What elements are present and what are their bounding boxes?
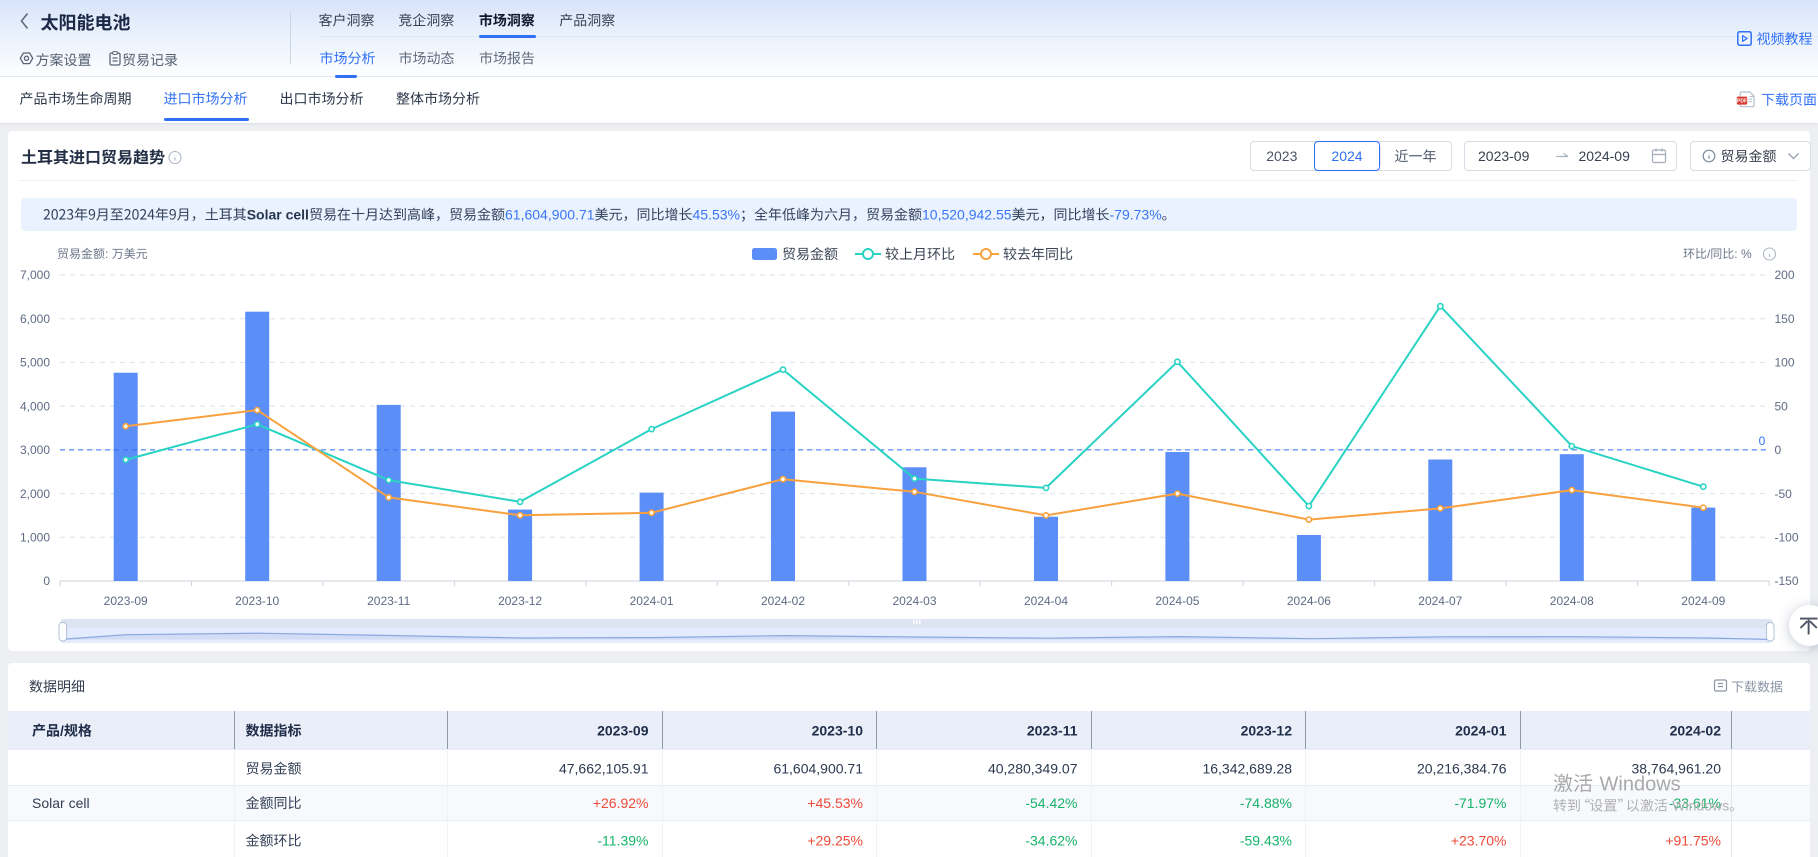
svg-text:2024-01: 2024-01 [1455,723,1507,739]
svg-text:2024-01: 2024-01 [630,594,674,608]
svg-text:/: / [60,723,64,739]
svg-text:2023-12: 2023-12 [1241,723,1293,739]
svg-text::: : [105,247,108,261]
svg-text:2023-11: 2023-11 [367,594,410,608]
svg-text:+26.92%: +26.92% [593,795,649,811]
svg-text:0: 0 [1759,434,1766,448]
svg-text:45.53%: 45.53% [693,207,740,223]
svg-text:2024-06: 2024-06 [1287,594,1331,608]
svg-text:2024-07: 2024-07 [1418,594,1462,608]
svg-text:2024-09: 2024-09 [1681,594,1725,608]
svg-text:7,000: 7,000 [20,268,50,282]
svg-text:2024-08: 2024-08 [1550,594,1594,608]
svg-text:Windows: Windows [1672,798,1729,814]
svg-text:2,000: 2,000 [20,487,50,501]
svg-text:-11.39%: -11.39% [597,833,648,849]
svg-text:0: 0 [43,574,50,588]
svg-text:2024-09: 2024-09 [1579,148,1631,164]
svg-text:-54.42%: -54.42% [1025,795,1077,811]
svg-text:20,216,384.76: 20,216,384.76 [1417,761,1507,777]
svg-text:-34.62%: -34.62% [1025,833,1077,849]
svg-text:-71.97%: -71.97% [1454,795,1506,811]
svg-text:61,604,900.71: 61,604,900.71 [773,761,863,777]
svg-text:2023-09: 2023-09 [104,594,148,608]
svg-text:40,280,349.07: 40,280,349.07 [988,761,1078,777]
svg-text:-100: -100 [1775,531,1799,545]
svg-text:2023-10: 2023-10 [235,594,279,608]
svg-text:6,000: 6,000 [20,312,50,326]
svg-text:1,000: 1,000 [20,531,50,545]
svg-text:10,520,942.55: 10,520,942.55 [922,207,1012,223]
svg-text:Solar cell: Solar cell [247,207,309,223]
svg-text:-150: -150 [1775,574,1799,588]
svg-text:16,342,689.28: 16,342,689.28 [1202,761,1292,777]
svg-text:4,000: 4,000 [20,399,50,413]
svg-text:100: 100 [1775,356,1795,370]
svg-text:50: 50 [1775,399,1789,413]
svg-text:-59.43%: -59.43% [1240,833,1292,849]
svg-text:2024: 2024 [1331,148,1362,164]
svg-text:Solar cell: Solar cell [32,795,90,811]
svg-text:2023-10: 2023-10 [812,723,864,739]
svg-text:2024-03: 2024-03 [892,594,936,608]
svg-text:2023-12: 2023-12 [498,594,542,608]
svg-text:+45.53%: +45.53% [807,795,863,811]
svg-text:47,662,105.91: 47,662,105.91 [559,761,649,777]
svg-text:: %: : % [1734,247,1752,261]
svg-text:3,000: 3,000 [20,443,50,457]
svg-text:2024-04: 2024-04 [1024,594,1068,608]
svg-text:+29.25%: +29.25% [807,833,863,849]
svg-text:5,000: 5,000 [20,356,50,370]
svg-text:2024-05: 2024-05 [1155,594,1199,608]
svg-text:-79.73%: -79.73% [1110,207,1162,223]
svg-text:+23.70%: +23.70% [1451,833,1507,849]
svg-text:PDF: PDF [1737,99,1747,105]
svg-text:61,604,900.71: 61,604,900.71 [505,207,595,223]
svg-text:2024-02: 2024-02 [761,594,805,608]
svg-text:2024-02: 2024-02 [1670,723,1722,739]
svg-text:2023-11: 2023-11 [1027,723,1078,739]
svg-text:2023-09: 2023-09 [1478,148,1530,164]
svg-text:-74.88%: -74.88% [1240,795,1292,811]
svg-text:/: / [1707,247,1711,261]
svg-text:150: 150 [1775,312,1795,326]
svg-text:2023: 2023 [1266,148,1297,164]
svg-text:Windows: Windows [1600,774,1681,796]
svg-text:+91.75%: +91.75% [1665,833,1721,849]
svg-text:2023-09: 2023-09 [597,723,649,739]
svg-text:0: 0 [1775,443,1782,457]
svg-text:-50: -50 [1775,487,1793,501]
svg-text:200: 200 [1775,268,1795,282]
